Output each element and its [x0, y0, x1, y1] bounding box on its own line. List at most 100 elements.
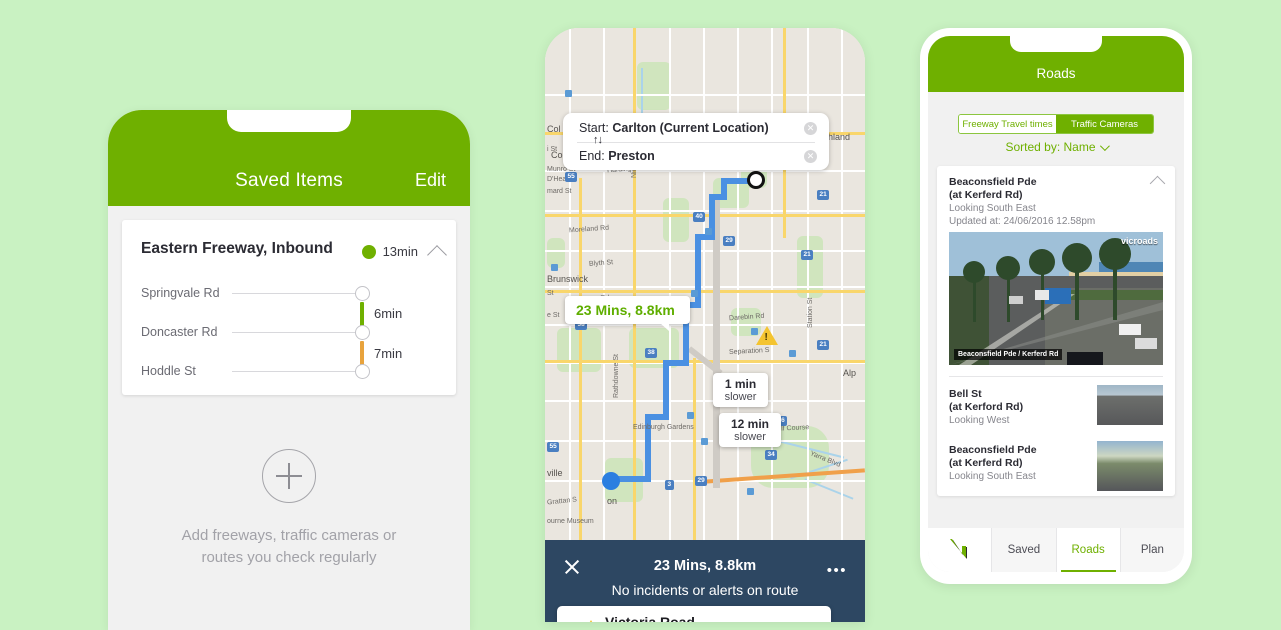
start-label: Start:: [579, 121, 609, 135]
destination-marker[interactable]: [747, 171, 765, 189]
segment-line-2: [232, 371, 357, 372]
alt-route-callout-1[interactable]: 12 min slower: [719, 413, 781, 447]
edit-button[interactable]: Edit: [415, 170, 446, 191]
camera-name: Beaconsfield Pde: [949, 176, 1037, 188]
camera-name: Bell St: [949, 388, 982, 400]
shield-0: 55: [565, 172, 578, 182]
map-label-separation: Separation S: [728, 346, 770, 357]
camera-thumbnail[interactable]: [1097, 385, 1163, 425]
more-horizontal-icon[interactable]: •••: [827, 562, 847, 579]
phone1-screen: Saved Items Edit Eastern Freeway, Inboun…: [108, 110, 470, 630]
leg-time-0: 6min: [374, 306, 403, 321]
route-summary-text: 23 Mins, 8.8km: [576, 302, 675, 318]
toggle-freeway-travel-times[interactable]: Freeway Travel times: [959, 115, 1056, 133]
leg-time-1: 7min: [374, 346, 403, 361]
map-label-col: Col: [547, 124, 561, 134]
sort-control[interactable]: Sorted by: Name: [928, 140, 1184, 154]
route-total-time: 13min: [382, 244, 418, 259]
camera-direction: Looking South East: [949, 203, 1036, 214]
phone-saved-items: Saved Items Edit Eastern Freeway, Inboun…: [108, 110, 470, 630]
segment-line-1: [232, 332, 357, 333]
swap-vertical-icon[interactable]: ↑↓: [593, 134, 603, 146]
list-divider: [949, 376, 1163, 377]
logo-svg: [949, 539, 967, 559]
phone1-notch: [227, 110, 351, 132]
shield-2: 29: [723, 236, 736, 246]
phone1-header: Saved Items Edit: [108, 110, 470, 206]
camera-updated: Updated at: 24/06/2016 12.58pm: [949, 216, 1096, 227]
map-label-st: St: [547, 290, 554, 297]
camera-name: Beaconsfield Pde: [949, 444, 1037, 456]
shield-12: 21: [817, 190, 830, 200]
camera-image[interactable]: vicroads Beaconsfield Pde / Kerferd Rd: [949, 232, 1163, 365]
incident-title: Victoria Road: [605, 614, 695, 622]
camera-image-svg: [949, 232, 1163, 365]
toggle-traffic-cameras[interactable]: Traffic Cameras: [1056, 115, 1153, 133]
clear-end-icon[interactable]: ✕: [804, 150, 817, 163]
map-label-on: on: [607, 496, 618, 506]
start-field[interactable]: Start: Carlton (Current Location): [579, 121, 769, 135]
camera-thumbnail[interactable]: [1097, 441, 1163, 491]
sort-label: Sorted by: Name: [1005, 140, 1096, 154]
tab-plan[interactable]: Plan: [1119, 528, 1184, 572]
map-label-rathdowne: Rathdowne St: [613, 354, 620, 398]
camera-cross-street: (at Kerferd Rd): [949, 457, 1023, 469]
empty-line-1: Add freeways, traffic cameras or: [181, 527, 397, 544]
vicroads-watermark: vicroads: [1120, 236, 1158, 246]
shield-8: 55: [547, 442, 560, 452]
start-location-dot[interactable]: [602, 472, 620, 490]
shield-3: 21: [801, 250, 814, 260]
camera-direction: Looking South East: [949, 471, 1036, 482]
incident-card[interactable]: Victoria Road Northcote: [557, 606, 831, 622]
phone3-notch: [1010, 36, 1102, 52]
map-label-mard: mard St: [547, 188, 572, 195]
app-logo-icon[interactable]: [928, 528, 992, 572]
map-canvas[interactable]: Coburg Preston Northland Murray Rd Hardi…: [545, 28, 865, 540]
status-dot: [362, 245, 376, 259]
alt-note-1: slower: [734, 431, 766, 443]
segment-knob-1: [355, 325, 370, 340]
tab-saved[interactable]: Saved: [991, 528, 1056, 572]
shield-10: 29: [695, 476, 708, 486]
map-label-brunswick: Brunswick: [547, 274, 589, 284]
camera-direction: Looking West: [949, 415, 1010, 426]
map-label-museum: ourne Museum: [547, 518, 594, 525]
screenshot-stage: Saved Items Edit Eastern Freeway, Inboun…: [0, 0, 1281, 630]
end-field[interactable]: End: Preston: [579, 149, 655, 163]
view-toggle[interactable]: Freeway Travel times Traffic Cameras: [958, 114, 1154, 134]
segment-label-1: Doncaster Rd: [141, 325, 218, 339]
clear-start-icon[interactable]: ✕: [804, 122, 817, 135]
map-label-est: e St: [547, 312, 560, 319]
map-label-ville: ville: [547, 468, 563, 478]
phone2-screen: Coburg Preston Northland Murray Rd Hardi…: [545, 28, 865, 622]
shield-1: 40: [693, 212, 706, 222]
alt-time-0: 1 min: [724, 377, 757, 391]
map-label-alp: Alp: [843, 368, 857, 378]
route-endpoints-panel: Start: Carlton (Current Location) ✕ ↑↓ E…: [563, 113, 829, 170]
segment-label-0: Springvale Rd: [141, 286, 220, 300]
shield-11: 3: [665, 480, 674, 490]
saved-route-card[interactable]: Eastern Freeway, Inbound 13min Springval…: [122, 220, 456, 395]
map-label-edinburgh: Edinburgh Gardens: [633, 424, 694, 431]
chevron-up-icon[interactable]: [427, 245, 447, 265]
end-value: Preston: [608, 149, 655, 163]
segment-knob-2: [355, 364, 370, 379]
map-label-blyth: Blyth St: [588, 259, 614, 268]
warning-triangle-icon[interactable]: [756, 326, 778, 345]
chevron-up-icon[interactable]: [1149, 175, 1166, 192]
camera-list: Beaconsfield Pde (at Kerferd Rd) Looking…: [937, 166, 1175, 496]
empty-line-2: routes you check regularly: [201, 549, 377, 566]
alt-route-callout-0[interactable]: 1 min slower: [713, 373, 768, 407]
route-title: Eastern Freeway, Inbound: [141, 240, 333, 257]
page-title: Roads: [1036, 66, 1076, 81]
empty-state-text: Add freeways, traffic cameras or routes …: [108, 525, 470, 569]
camera-caption: Beaconsfield Pde / Kerferd Rd: [954, 349, 1063, 360]
alt-time-1: 12 min: [730, 417, 769, 431]
route-alerts-status: No incidents or alerts on route: [611, 582, 799, 598]
start-value: Carlton (Current Location): [612, 121, 769, 135]
route-bottom-sheet: 23 Mins, 8.8km ••• No incidents or alert…: [545, 540, 865, 622]
tab-roads[interactable]: Roads: [1055, 528, 1120, 572]
map-label-station: Station St: [807, 297, 814, 328]
shield-5: 38: [645, 348, 658, 358]
plus-circle-icon[interactable]: [262, 449, 316, 503]
